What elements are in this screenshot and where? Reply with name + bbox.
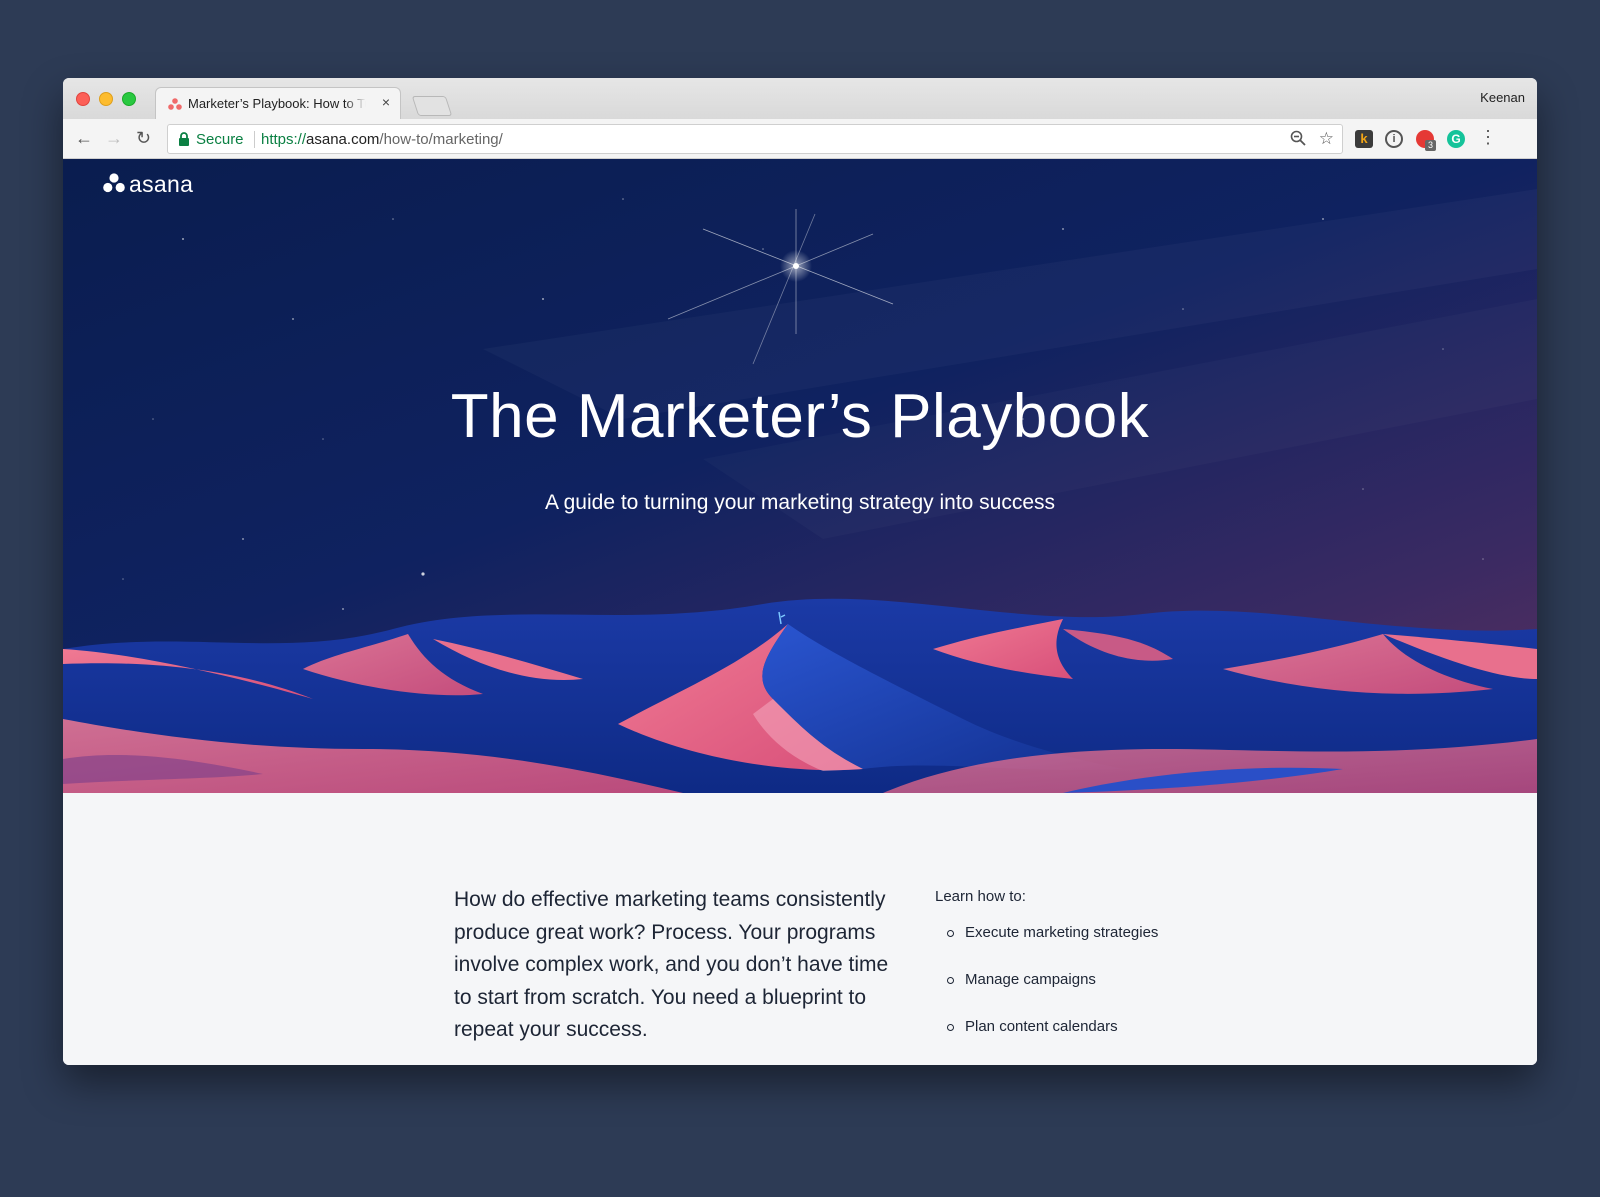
hero-banner: asana The Marketer’s Playbook A guide to… (63, 159, 1537, 793)
list-item-label: Manage campaigns (965, 971, 1096, 988)
bullet-icon (947, 930, 954, 937)
list-item-label: Plan content calendars (965, 1018, 1118, 1035)
browser-toolbar: ← → ↻ Secure https://asana.com/how-to/ma… (63, 119, 1537, 159)
window-minimize-button[interactable] (99, 92, 113, 106)
star-icon[interactable]: ☆ (1319, 129, 1334, 149)
page-title: The Marketer’s Playbook (450, 382, 1150, 451)
reload-icon[interactable]: ↻ (136, 128, 151, 148)
new-tab-button[interactable] (411, 96, 453, 116)
tab-active[interactable]: Marketer’s Playbook: How to Turn Your Ma… (155, 87, 401, 119)
hero-illustration (63, 198, 1537, 793)
forward-arrow-icon[interactable]: → (105, 128, 123, 148)
asana-logo[interactable]: asana (103, 171, 193, 198)
url-text[interactable]: https://asana.com/how-to/marketing/ (261, 131, 503, 148)
main-content: How do effective marketing teams consist… (63, 793, 1537, 1065)
keeper-extension-icon[interactable]: k (1355, 130, 1373, 148)
extension-badge: 3 (1425, 140, 1436, 151)
url-scheme: https:// (261, 131, 307, 148)
url-path: /how-to/marketing/ (379, 131, 503, 148)
page-subtitle: A guide to turning your marketing strate… (544, 491, 1056, 514)
tab-title: Marketer’s Playbook: How to Turn Your Ma… (188, 96, 366, 111)
tab-bar: Marketer’s Playbook: How to Turn Your Ma… (63, 78, 1537, 119)
url-host: asana.com (306, 131, 380, 148)
browser-window: Marketer’s Playbook: How to Turn Your Ma… (63, 78, 1537, 1065)
tab-close-icon[interactable]: × (382, 94, 390, 110)
back-arrow-icon[interactable]: ← (75, 128, 93, 148)
logo-text: asana (129, 171, 194, 197)
lock-icon (179, 132, 189, 146)
list-item: Plan content calendars (935, 1018, 1158, 1065)
window-close-button[interactable] (76, 92, 90, 106)
window-maximize-button[interactable] (122, 92, 136, 106)
address-bar[interactable]: Secure https://asana.com/how-to/marketin… (167, 124, 1343, 154)
profile-name[interactable]: Keenan (1480, 90, 1525, 105)
asana-favicon-icon (168, 98, 182, 110)
menu-icon[interactable]: ⋮ (1479, 127, 1497, 148)
bullet-icon (947, 977, 954, 984)
bullet-icon (947, 1024, 954, 1031)
list-item: Execute marketing strategies (935, 924, 1158, 971)
intro-paragraph: How do effective marketing teams consist… (454, 888, 889, 1041)
list-item-label: Execute marketing strategies (965, 924, 1159, 941)
grammarly-extension-icon[interactable]: G (1447, 130, 1465, 148)
learn-heading: Learn how to: (935, 888, 1026, 905)
password-extension-icon[interactable]: i (1385, 130, 1403, 148)
secure-label: Secure (196, 131, 244, 148)
learn-list: Execute marketing strategies Manage camp… (935, 924, 1158, 1065)
dunes (63, 598, 1537, 793)
list-item: Manage campaigns (935, 971, 1158, 1018)
address-divider (254, 131, 255, 148)
asana-logo-icon (103, 173, 125, 193)
zoom-icon[interactable] (1290, 130, 1306, 151)
